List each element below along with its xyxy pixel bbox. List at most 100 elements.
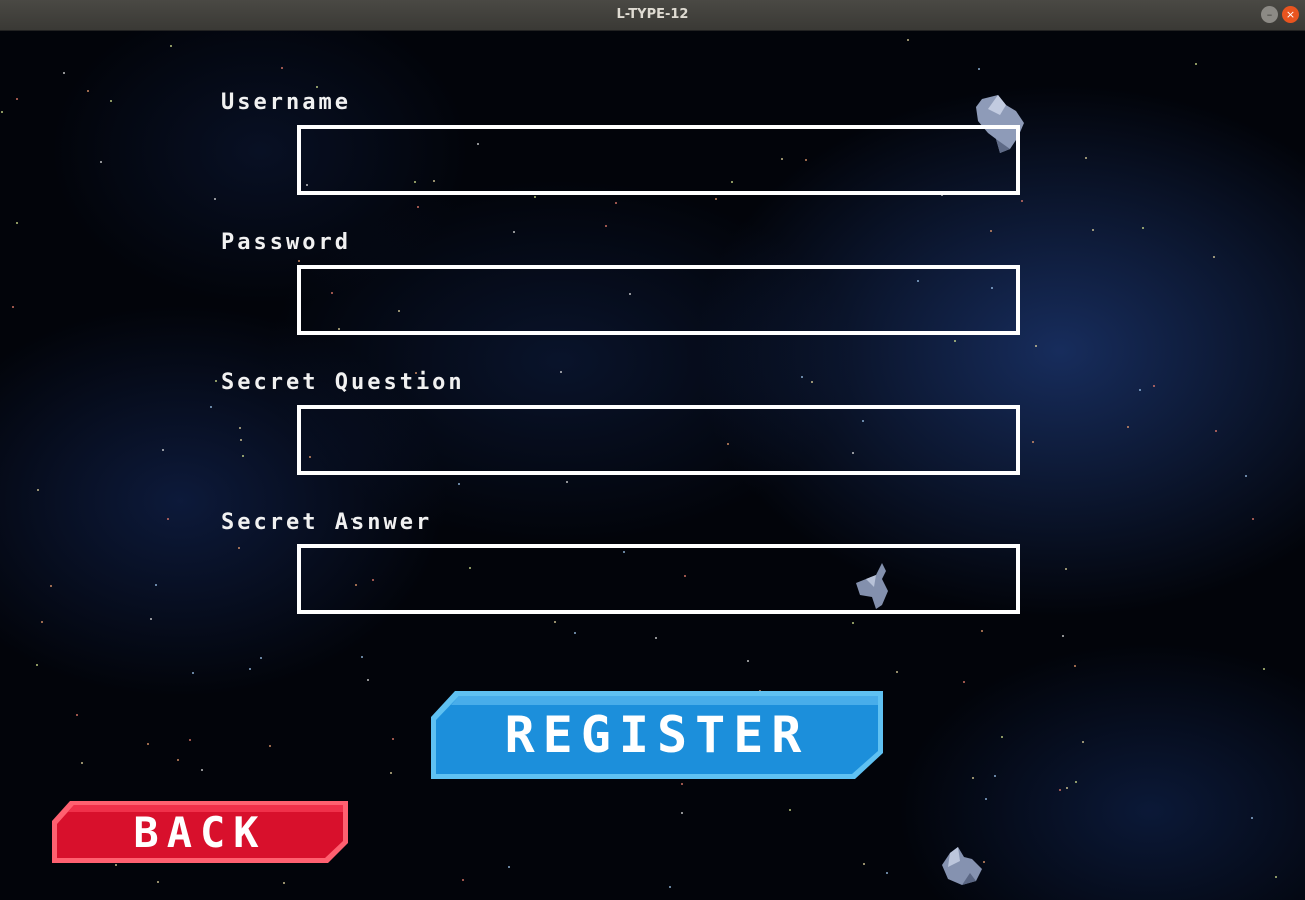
- star: [789, 809, 791, 811]
- register-button[interactable]: REGISTER: [427, 689, 887, 781]
- star: [242, 455, 244, 457]
- star: [1215, 430, 1217, 432]
- star: [189, 739, 191, 741]
- star: [155, 584, 157, 586]
- star: [240, 439, 242, 441]
- star: [1035, 345, 1037, 347]
- star: [1021, 200, 1023, 202]
- username-label: Username: [221, 90, 351, 115]
- star: [1065, 568, 1067, 570]
- star: [534, 196, 536, 198]
- star: [177, 759, 179, 761]
- window-titlebar: L-TYPE-12 – ×: [0, 0, 1305, 31]
- back-button[interactable]: BACK: [50, 799, 350, 865]
- star: [162, 449, 164, 451]
- star: [87, 90, 89, 92]
- star: [269, 745, 271, 747]
- star: [907, 39, 909, 41]
- star: [1, 111, 3, 113]
- star: [972, 777, 974, 779]
- star: [1059, 789, 1061, 791]
- space-background: Username Password Secret Question Secret…: [0, 31, 1305, 900]
- star: [462, 879, 464, 881]
- star: [715, 198, 717, 200]
- star: [283, 882, 285, 884]
- star: [1082, 741, 1084, 743]
- star: [1139, 389, 1141, 391]
- password-input[interactable]: [297, 265, 1020, 335]
- secret-question-input[interactable]: [297, 405, 1020, 475]
- star: [1275, 876, 1277, 878]
- close-icon[interactable]: ×: [1282, 6, 1299, 23]
- secret-answer-label: Secret Asnwer: [221, 510, 433, 535]
- window-title: L-TYPE-12: [616, 7, 689, 22]
- minimize-icon[interactable]: –: [1261, 6, 1278, 23]
- star: [1245, 475, 1247, 477]
- star: [170, 45, 172, 47]
- star: [239, 427, 241, 429]
- star: [192, 672, 194, 674]
- star: [16, 222, 18, 224]
- star: [1153, 385, 1155, 387]
- star: [215, 380, 217, 382]
- star: [249, 668, 251, 670]
- star: [669, 886, 671, 888]
- star: [566, 481, 568, 483]
- star: [1032, 441, 1034, 443]
- star: [167, 518, 169, 520]
- star: [100, 161, 102, 163]
- register-button-label: REGISTER: [504, 706, 810, 764]
- star: [985, 798, 987, 800]
- star: [1213, 256, 1215, 258]
- star: [681, 812, 683, 814]
- star: [560, 371, 562, 373]
- star: [513, 231, 515, 233]
- username-input[interactable]: [297, 125, 1020, 195]
- star: [978, 68, 980, 70]
- star: [1074, 665, 1076, 667]
- star: [298, 260, 300, 262]
- star: [801, 376, 803, 378]
- star: [554, 621, 556, 623]
- back-button-label: BACK: [133, 807, 267, 857]
- star: [1127, 426, 1129, 428]
- star: [1092, 229, 1094, 231]
- star: [1251, 817, 1253, 819]
- star: [1142, 227, 1144, 229]
- star: [574, 632, 576, 634]
- star: [367, 679, 369, 681]
- star: [50, 585, 52, 587]
- star: [76, 714, 78, 716]
- star: [1252, 518, 1254, 520]
- star: [458, 483, 460, 485]
- star: [417, 206, 419, 208]
- star: [316, 86, 318, 88]
- star: [747, 660, 749, 662]
- star: [1001, 736, 1003, 738]
- star: [392, 738, 394, 740]
- star: [1075, 781, 1077, 783]
- star: [1195, 63, 1197, 65]
- asteroid-icon: [942, 847, 982, 885]
- star: [63, 72, 65, 74]
- star: [157, 881, 159, 883]
- star: [37, 489, 39, 491]
- secret-answer-input[interactable]: [297, 544, 1020, 614]
- star: [147, 743, 149, 745]
- star: [994, 775, 996, 777]
- star: [863, 863, 865, 865]
- star: [681, 783, 683, 785]
- star: [508, 866, 510, 868]
- star: [963, 681, 965, 683]
- star: [896, 671, 898, 673]
- star: [811, 381, 813, 383]
- star: [615, 202, 617, 204]
- star: [605, 225, 607, 227]
- star: [238, 547, 240, 549]
- star: [281, 67, 283, 69]
- star: [655, 637, 657, 639]
- star: [990, 230, 992, 232]
- star: [81, 762, 83, 764]
- star: [201, 769, 203, 771]
- star: [361, 656, 363, 658]
